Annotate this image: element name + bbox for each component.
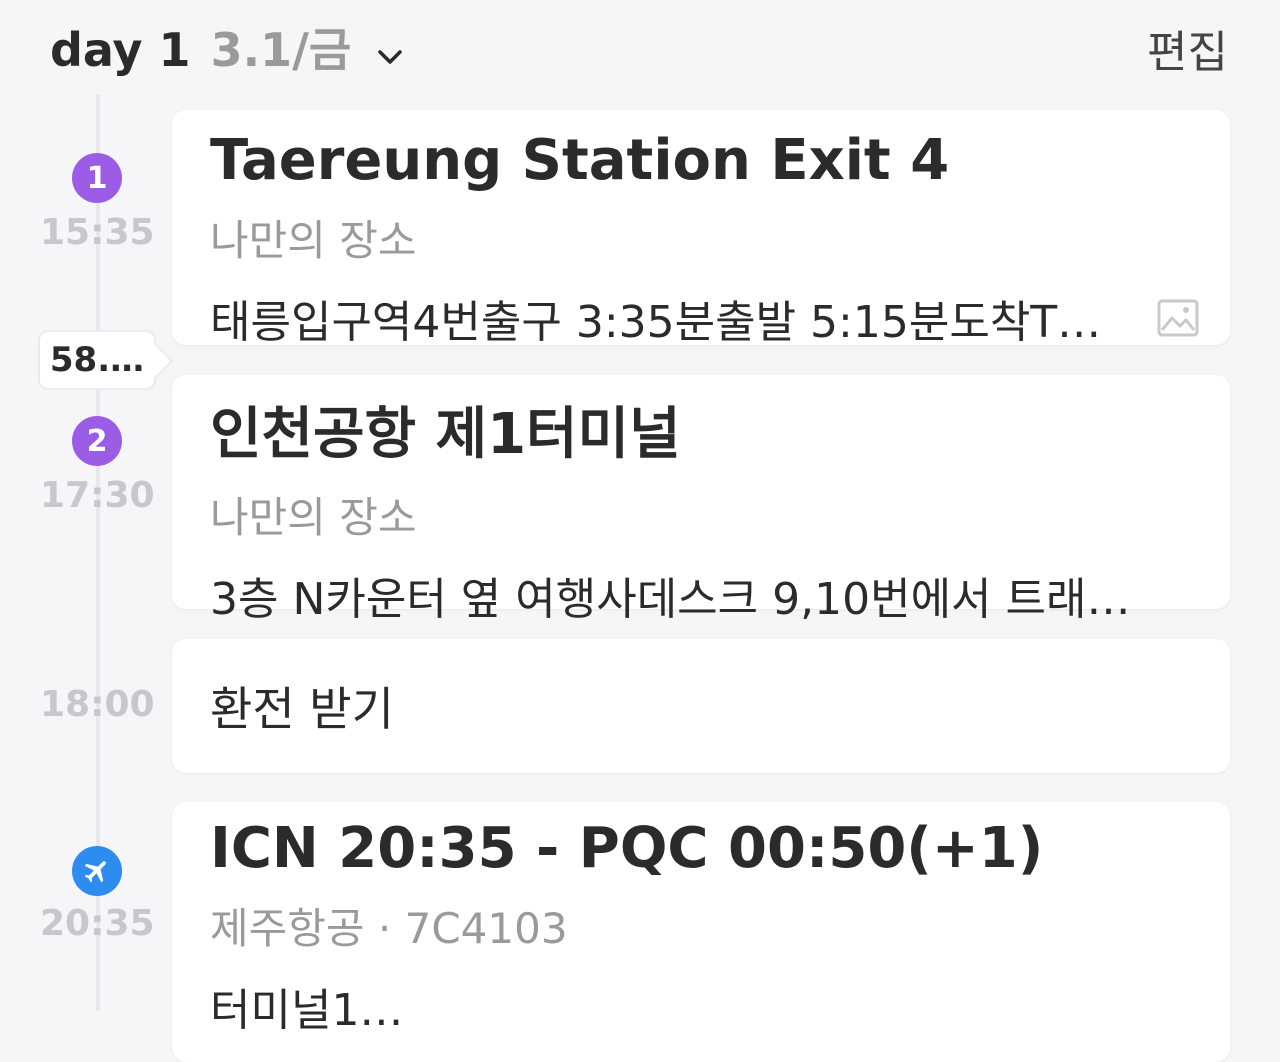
memo-text: 환전 받기 — [210, 682, 394, 736]
place-number-badge: 2 — [72, 416, 122, 466]
place-title: 인천공항 제1터미널 — [210, 402, 681, 467]
day-header: day 1 3.1/금 편집 — [0, 0, 1280, 90]
distance-tag[interactable]: 58.… — [38, 330, 156, 390]
place-card-taereung[interactable]: Taereung Station Exit 4 나만의 장소 태릉입구역4번출구… — [172, 110, 1230, 348]
item-time: 17:30 — [40, 475, 155, 516]
day-selector[interactable]: day 1 3.1/금 — [50, 14, 403, 80]
place-category: 나만의 장소 — [210, 493, 417, 542]
place-card-incheon[interactable]: 인천공항 제1터미널 나만의 장소 3층 N카운터 옆 여행사데스크 9,10번… — [172, 375, 1230, 625]
distance-value: 58.… — [49, 340, 145, 380]
edit-button[interactable]: 편집 — [1147, 16, 1228, 80]
place-title: Taereung Station Exit 4 — [210, 128, 950, 193]
flight-memo: 터미널1… — [210, 985, 404, 1036]
chevron-down-icon — [377, 22, 403, 76]
flight-airline: 제주항공 · 7C4103 — [210, 904, 568, 953]
flight-card[interactable]: ICN 20:35 - PQC 00:50(+1) 제주항공 · 7C4103 … — [172, 802, 1230, 1062]
place-memo: 3층 N카운터 옆 여행사데스크 9,10번에서 트래… — [210, 574, 1131, 625]
place-number-badge: 1 — [72, 153, 122, 203]
item-time: 20:35 — [40, 903, 155, 944]
airplane-icon — [72, 846, 122, 896]
day-label: day 1 — [50, 23, 191, 77]
memo-card[interactable]: 환전 받기 — [172, 639, 1230, 773]
flight-title: ICN 20:35 - PQC 00:50(+1) — [210, 816, 1044, 881]
image-icon — [1156, 298, 1200, 338]
place-memo: 태릉입구역4번출구 3:35분출발 5:15분도착T… — [210, 297, 1102, 348]
place-category: 나만의 장소 — [210, 216, 417, 265]
day-date: 3.1/금 — [210, 23, 352, 77]
item-time: 18:00 — [40, 684, 155, 725]
item-time: 15:35 — [40, 212, 155, 253]
